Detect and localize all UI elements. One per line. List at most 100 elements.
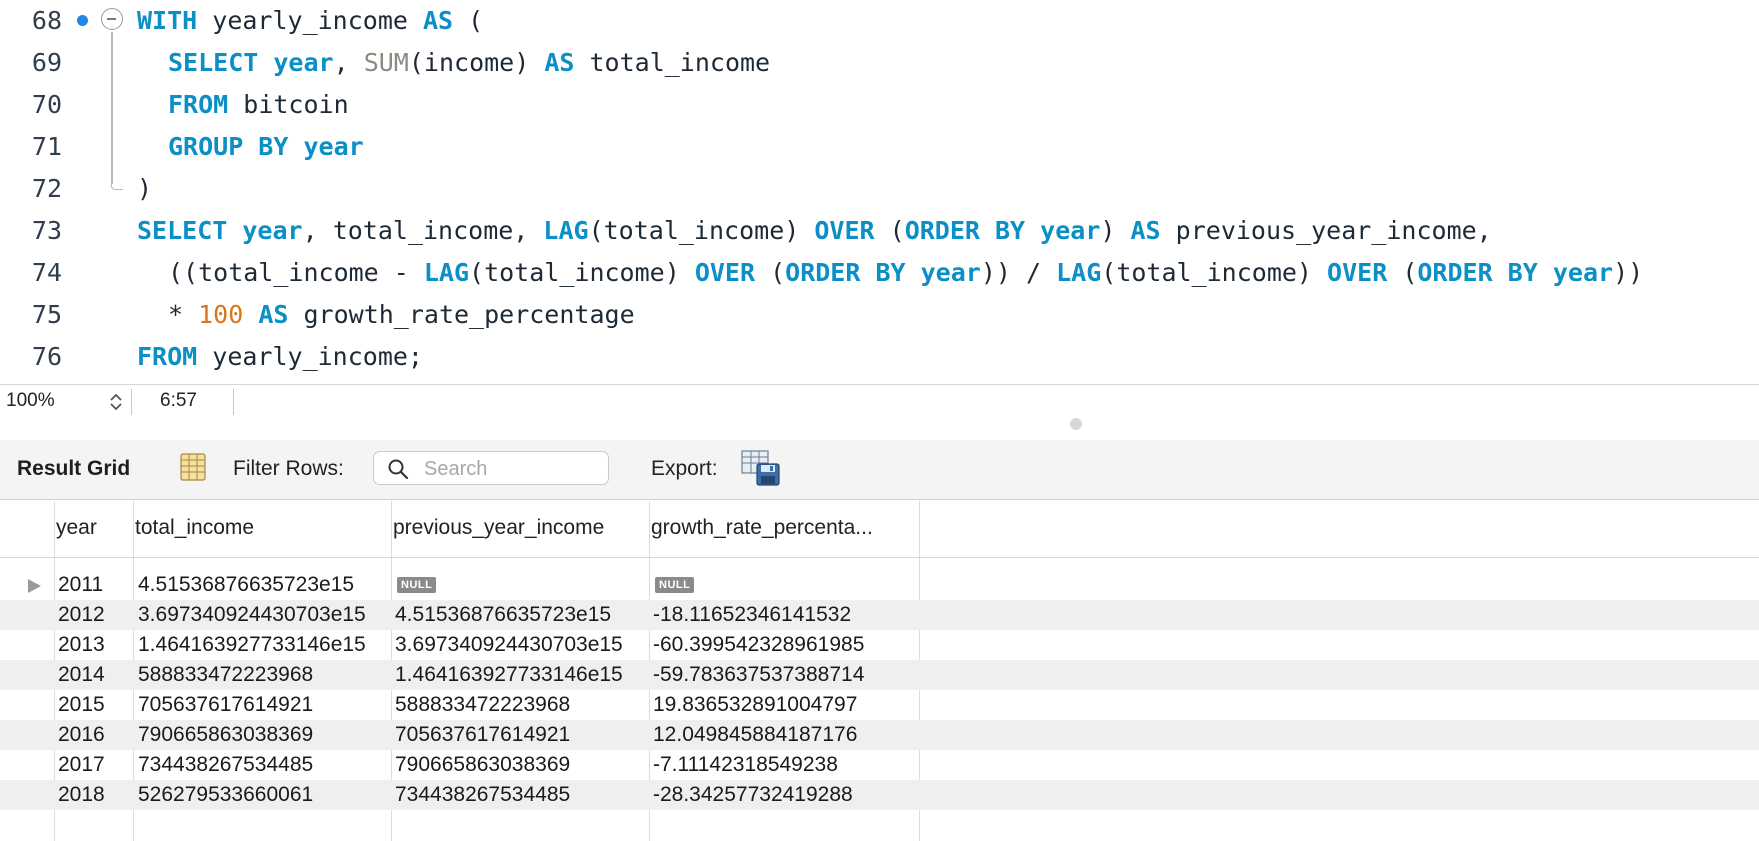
table-row[interactable]: 2014 588833472223968 1.464163927733146e15 -… (0, 660, 1759, 690)
code-text[interactable]: FROM yearly_income; (137, 336, 423, 378)
code-line[interactable]: 72) (0, 168, 1759, 210)
code-text[interactable]: WITH yearly_income AS ( (137, 0, 483, 42)
sql-keyword: GROUP BY (168, 132, 289, 161)
table-row[interactable]: 2018 526279533660061 734438267534485 -28.34… (0, 780, 1759, 810)
cell-year[interactable]: 2014 (58, 662, 105, 688)
filter-search-box[interactable] (373, 451, 609, 485)
cell-total-income[interactable]: 705637617614921 (138, 692, 313, 718)
status-divider (131, 389, 132, 415)
table-row[interactable]: 2013 1.464163927733146e15 3.69734092443070… (0, 630, 1759, 660)
code-line[interactable]: 76 FROM yearly_income; (0, 336, 1759, 378)
cell-previous-year-income[interactable]: 790665863038369 (395, 752, 570, 778)
cell-previous-year-income[interactable]: 1.464163927733146e15 (395, 662, 623, 688)
sql-text: bitcoin (228, 90, 349, 119)
code-line[interactable]: 70 FROM bitcoin (0, 84, 1759, 126)
null-badge[interactable]: NULL (655, 577, 695, 593)
sql-text: (income) (408, 48, 545, 77)
cell-growth-rate[interactable]: -7.11142318549238 (653, 752, 838, 778)
filter-search-input[interactable] (424, 456, 604, 482)
editor-status-bar: 100% 6:57 (0, 384, 1759, 417)
cell-previous-year-income[interactable]: 734438267534485 (395, 782, 570, 808)
sql-keyword: OVER (694, 258, 756, 287)
cell-year[interactable]: 2018 (58, 782, 105, 808)
table-row[interactable]: 2017 734438267534485 790665863038369 -7.111… (0, 750, 1759, 780)
grid-layout-icon[interactable] (180, 453, 206, 481)
cell-growth-rate[interactable]: -60.399542328961985 (653, 632, 864, 658)
code-text[interactable]: GROUP BY year (168, 126, 364, 168)
code-line[interactable]: 68 WITH yearly_income AS ( (0, 0, 1759, 42)
sql-text: (total_income) (469, 258, 695, 287)
column-header-previous-year-income[interactable]: previous_year_income (393, 516, 604, 540)
code-line[interactable]: 75 * 100 AS growth_rate_percentage (0, 294, 1759, 336)
cell-total-income[interactable]: 526279533660061 (138, 782, 313, 808)
cell-total-income[interactable]: 790665863038369 (138, 722, 313, 748)
sql-keyword: year (273, 48, 334, 77)
cell-year[interactable]: 2013 (58, 632, 105, 658)
cell-growth-rate[interactable]: -28.34257732419288 (653, 782, 853, 808)
table-row[interactable]: 2011 4.51536876635723e15 NULL NULL (0, 570, 1759, 600)
cell-total-income[interactable]: 734438267534485 (138, 752, 313, 778)
cell-total-income[interactable]: 3.697340924430703e15 (138, 602, 366, 628)
sql-keyword: year (242, 216, 303, 245)
code-line[interactable]: 74 ((total_income - LAG(total_income) OVE… (0, 252, 1759, 294)
code-line[interactable]: 73 SELECT year, total_income, LAG(total_i… (0, 210, 1759, 252)
table-row[interactable]: 2012 3.697340924430703e15 4.51536876635723… (0, 600, 1759, 630)
table-row[interactable]: 2016 790665863038369 705637617614921 12.049… (0, 720, 1759, 750)
panel-splitter-handle[interactable] (1070, 418, 1082, 430)
cell-previous-year-income[interactable]: 3.697340924430703e15 (395, 632, 623, 658)
zoom-level[interactable]: 100% (6, 390, 55, 412)
sql-text: ( (874, 216, 905, 245)
cell-growth-rate[interactable]: 12.049845884187176 (653, 722, 857, 748)
sql-editor[interactable]: 68 WITH yearly_income AS (69 SELECT year, … (0, 0, 1759, 384)
cell-year[interactable]: 2015 (58, 692, 105, 718)
line-number: 68 (31, 6, 62, 35)
column-header-growth-rate-percentage[interactable]: growth_rate_percenta... (651, 516, 873, 540)
cell-year[interactable]: 2011 (58, 572, 103, 598)
sql-text: yearly_income; (197, 342, 423, 371)
column-header-year[interactable]: year (56, 516, 97, 540)
filter-rows-label: Filter Rows: (233, 457, 344, 480)
code-line[interactable]: 69 SELECT year, SUM(income) AS total_inco… (0, 42, 1759, 84)
cell-year[interactable]: 2017 (58, 752, 105, 778)
code-text[interactable]: SELECT year, SUM(income) AS total_income (168, 42, 770, 84)
cell-previous-year-income[interactable]: 588833472223968 (395, 692, 570, 718)
cell-total-income[interactable]: 4.51536876635723e15 (138, 572, 354, 598)
sql-text: ( (453, 6, 484, 35)
sql-text: ( (1387, 258, 1418, 287)
table-row[interactable]: 2015 705637617614921 588833472223968 19.836… (0, 690, 1759, 720)
cell-growth-rate[interactable]: -18.11652346141532 (653, 602, 851, 628)
result-grid[interactable]: year total_income previous_year_income g… (0, 501, 1759, 841)
sql-keyword: year (1552, 258, 1614, 287)
cell-year[interactable]: 2012 (58, 602, 105, 628)
sql-keyword: ORDER BY (785, 258, 906, 287)
cell-previous-year-income[interactable]: 4.51536876635723e15 (395, 602, 611, 628)
sql-text: * (168, 300, 199, 329)
code-text[interactable]: * 100 AS growth_rate_percentage (168, 294, 635, 336)
sql-text: ( (755, 258, 786, 287)
null-badge[interactable]: NULL (397, 577, 437, 593)
code-text[interactable]: ((total_income - LAG(total_income) OVER … (168, 252, 1643, 294)
zoom-stepper-icon[interactable] (106, 391, 126, 413)
sql-text: , (333, 48, 364, 77)
export-save-icon[interactable] (741, 450, 781, 486)
cell-previous-year-income[interactable]: 705637617614921 (395, 722, 570, 748)
code-text[interactable]: SELECT year, total_income, LAG(total_inc… (137, 210, 1492, 252)
code-text[interactable]: FROM bitcoin (168, 84, 349, 126)
cell-growth-rate[interactable]: 19.836532891004797 (653, 692, 857, 718)
column-header-total-income[interactable]: total_income (135, 516, 254, 540)
sql-keyword: WITH (137, 6, 198, 35)
code-text[interactable]: ) (137, 168, 152, 210)
status-divider (233, 389, 234, 415)
cell-total-income[interactable]: 1.464163927733146e15 (138, 632, 366, 658)
code-line[interactable]: 71 GROUP BY year (0, 126, 1759, 168)
line-number: 70 (31, 90, 62, 119)
sql-keyword: FROM (168, 90, 229, 119)
sql-text: )) / (980, 258, 1057, 287)
cell-growth-rate[interactable]: -59.783637537388714 (653, 662, 864, 688)
current-row-indicator-icon (28, 579, 41, 593)
cell-total-income[interactable]: 588833472223968 (138, 662, 313, 688)
cell-year[interactable]: 2016 (58, 722, 105, 748)
